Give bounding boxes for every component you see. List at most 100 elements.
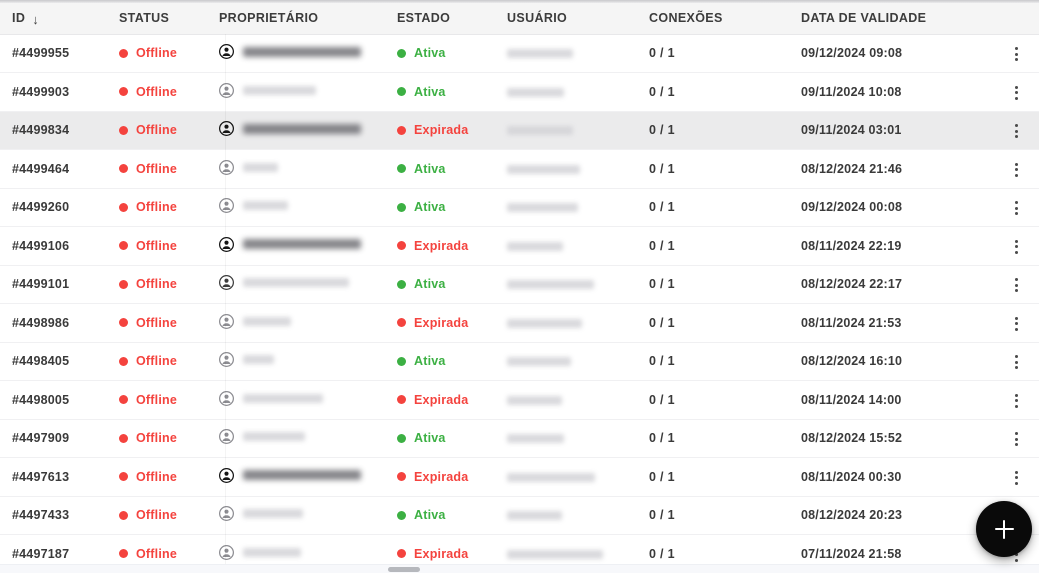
kebab-menu-icon[interactable] [1004, 195, 1030, 221]
column-header-id-label: ID [12, 11, 26, 26]
cell-owner [207, 381, 385, 420]
table-row[interactable]: #4499464 Offline Ativa 0 / 1 08/12/2024 21:4… [0, 149, 1039, 189]
cell-state: Ativa [385, 73, 495, 112]
kebab-menu-icon[interactable] [1004, 234, 1030, 260]
table-row[interactable]: #4497909 Offline Ativa 0 / 1 08/12/2024 15:5… [0, 419, 1039, 458]
state-label: Ativa [414, 200, 446, 214]
kebab-menu-icon[interactable] [1004, 118, 1030, 144]
status-dot-icon [119, 87, 128, 96]
cell-status: Offline [107, 150, 207, 189]
cell-id: #4499955 [12, 46, 70, 61]
user-name-redacted [507, 318, 582, 328]
cell-id: #4499834 [12, 123, 70, 138]
column-header-state[interactable]: ESTADO [385, 3, 495, 35]
cell-id: #4497187 [12, 546, 70, 561]
cell-expiry-date: 08/11/2024 21:53 [801, 315, 902, 330]
table-row[interactable]: #4499903 Offline Ativa 0 / 1 09/11/2024 10:0… [0, 72, 1039, 112]
cell-owner [207, 265, 385, 304]
column-header-connections[interactable]: CONEXÕES [637, 3, 789, 35]
status-dot-icon [119, 318, 128, 327]
cell-actions [994, 381, 1039, 420]
table-row[interactable]: #4499101 Offline Ativa 0 / 1 08/12/2024 22:1… [0, 265, 1039, 304]
table-row[interactable]: #4499834 Offline Expirada 0 / 1 09/11/2024 0… [0, 111, 1039, 150]
cell-actions [994, 111, 1039, 150]
cell-status: Offline [107, 265, 207, 304]
status-label: Offline [136, 508, 177, 522]
status-label: Offline [136, 84, 177, 99]
cell-owner [207, 188, 385, 227]
cell-user [495, 342, 637, 381]
column-header-owner[interactable]: PROPRIETÁRIO [207, 3, 385, 35]
table-row[interactable]: #4497187 Offline Expirada 0 / 1 07/11/2024 2… [0, 534, 1039, 568]
kebab-menu-icon[interactable] [1004, 426, 1030, 452]
status-dot-icon [119, 125, 128, 135]
owner-name-redacted [243, 470, 361, 481]
state-dot-icon [397, 318, 406, 327]
user-name-redacted [507, 472, 595, 482]
column-header-user[interactable]: USUÁRIO [495, 3, 637, 35]
table-row[interactable]: #4498986 Offline Expirada 0 / 1 08/11/2024 2… [0, 303, 1039, 343]
table-row[interactable]: #4498405 Offline Ativa 0 / 1 08/12/2024 16:1… [0, 342, 1039, 381]
add-account-fab-button[interactable] [976, 501, 1032, 557]
cell-actions [994, 150, 1039, 189]
cell-state: Expirada [385, 304, 495, 343]
table-row[interactable]: #4499260 Offline Ativa 0 / 1 09/12/2024 00:0… [0, 188, 1039, 227]
cell-status: Offline [107, 34, 207, 73]
status-dot-icon [119, 472, 128, 481]
table-row[interactable]: #4499106 Offline Expirada 0 / 1 08/11/2024 2… [0, 226, 1039, 266]
cell-actions [994, 342, 1039, 381]
state-label: Ativa [414, 46, 446, 60]
kebab-menu-icon[interactable] [1004, 388, 1030, 414]
status-dot-icon [119, 48, 128, 58]
plus-icon [994, 519, 1014, 539]
status-dot-icon [119, 510, 128, 520]
column-header-id[interactable]: ID ↓ [0, 3, 107, 35]
status-label: Offline [136, 354, 177, 368]
user-name-redacted [507, 357, 571, 367]
column-header-expiry-date[interactable]: DATA DE VALIDADE [789, 3, 994, 35]
cell-connections: 0 / 1 [649, 46, 675, 61]
cell-state: Expirada [385, 227, 495, 266]
cell-status: Offline [107, 304, 207, 343]
owner-name-redacted [243, 547, 301, 557]
cell-actions [994, 458, 1039, 497]
kebab-menu-icon[interactable] [1004, 465, 1030, 491]
person-icon [219, 44, 234, 60]
state-dot-icon [397, 510, 406, 520]
cell-connections: 0 / 1 [649, 277, 675, 292]
kebab-menu-icon[interactable] [1004, 311, 1030, 337]
cell-owner [207, 535, 385, 568]
table-row[interactable]: #4499955 Offline Ativa 0 / 1 09/12/2024 09:0… [0, 34, 1039, 73]
cell-actions [994, 188, 1039, 227]
table-row[interactable]: #4497433 Offline Ativa 0 / 1 08/12/2024 20:2… [0, 496, 1039, 535]
state-label: Ativa [414, 84, 446, 99]
owner-name-redacted [243, 162, 278, 172]
arrow-down-icon: ↓ [32, 11, 40, 27]
horizontal-scrollbar-thumb[interactable] [388, 567, 420, 572]
cell-state: Ativa [385, 34, 495, 73]
table-scroll-container[interactable]: ID ↓ STATUS PROPRIETÁRIO ESTADO USUÁRIO … [0, 3, 1039, 567]
table-row[interactable]: #4498005 Offline Expirada 0 / 1 08/11/2024 1… [0, 380, 1039, 420]
table-row[interactable]: #4497613 Offline Expirada 0 / 1 08/11/2024 0… [0, 457, 1039, 497]
kebab-menu-icon[interactable] [1004, 80, 1030, 106]
kebab-menu-icon[interactable] [1004, 272, 1030, 298]
kebab-menu-icon[interactable] [1004, 41, 1030, 67]
table-body: #4499955 Offline Ativa 0 / 1 09/12/2024 09:0… [0, 34, 1039, 567]
user-name-redacted [507, 241, 563, 251]
person-icon [219, 82, 234, 98]
state-dot-icon [397, 241, 406, 250]
status-dot-icon [119, 202, 128, 212]
cell-state: Expirada [385, 111, 495, 150]
cell-user [495, 227, 637, 266]
kebab-menu-icon[interactable] [1004, 157, 1030, 183]
user-name-redacted [507, 87, 564, 97]
horizontal-scrollbar[interactable] [0, 564, 1039, 573]
state-dot-icon [397, 164, 406, 173]
user-name-redacted [507, 395, 562, 405]
state-dot-icon [397, 433, 406, 443]
column-header-status[interactable]: STATUS [107, 3, 207, 35]
cell-state: Expirada [385, 458, 495, 497]
kebab-menu-icon[interactable] [1004, 349, 1030, 375]
cell-id: #4499101 [12, 277, 70, 292]
cell-connections: 0 / 1 [649, 200, 675, 215]
